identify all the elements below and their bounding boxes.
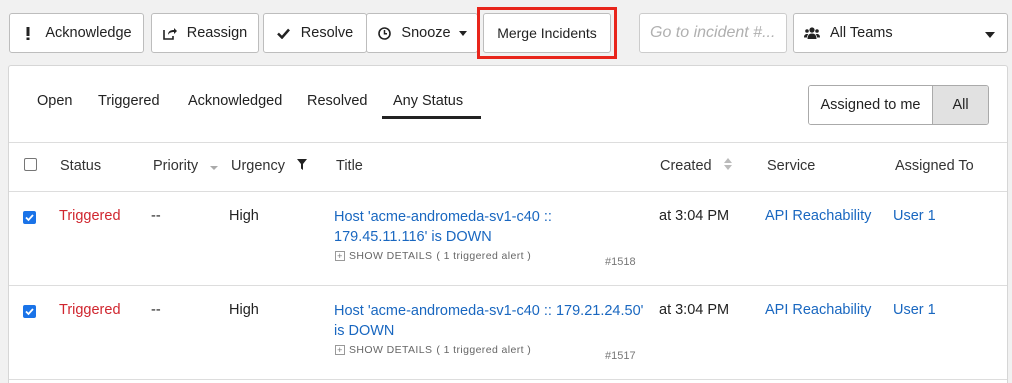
incident-number: #1517 [605,350,636,362]
header-divider [9,191,1007,192]
chevron-down-icon [458,30,467,36]
assignee-link[interactable]: User 1 [893,302,936,318]
show-details-link[interactable]: + SHOW DETAILS ( 1 triggered alert ) [335,250,531,262]
incident-number: #1518 [605,256,636,268]
urgency-text: High [229,302,259,318]
resolve-label: Resolve [300,25,354,41]
priority-text: -- [151,208,161,224]
teams-dropdown[interactable]: All Teams [793,13,1008,53]
alert-count: ( 1 triggered alert ) [436,250,532,262]
plus-icon: + [335,345,345,355]
status-text: Triggered [59,302,121,318]
acknowledge-label: Acknowledge [45,25,132,41]
incident-title-link[interactable]: Host 'acme-andromeda-sv1-c40 :: 179.45.1… [334,207,644,247]
plus-icon: + [335,251,345,261]
column-service[interactable]: Service [767,158,815,174]
all-button[interactable]: All [933,86,988,124]
incident-title-link[interactable]: Host 'acme-andromeda-sv1-c40 :: 179.21.2… [334,301,644,341]
show-details-label: SHOW DETAILS [349,344,433,356]
chevron-down-icon [985,32,995,38]
column-title[interactable]: Title [336,158,363,174]
urgency-text: High [229,208,259,224]
checkmark-icon [277,26,291,40]
go-to-incident-input[interactable] [639,13,787,53]
exclamation-icon [21,26,35,40]
column-created[interactable]: Created [660,158,732,174]
acknowledge-button[interactable]: Acknowledge [9,13,144,53]
tab-acknowledged[interactable]: Acknowledged [188,93,282,109]
tab-triggered[interactable]: Triggered [98,93,160,109]
show-details-link[interactable]: + SHOW DETAILS ( 1 triggered alert ) [335,344,531,356]
show-details-label: SHOW DETAILS [349,250,433,262]
resolve-button[interactable]: Resolve [263,13,367,53]
column-urgency[interactable]: Urgency [231,158,308,174]
column-status[interactable]: Status [60,158,101,174]
tab-open[interactable]: Open [37,93,72,109]
merge-incidents-button[interactable]: Merge Incidents [483,13,611,53]
sort-down-icon [210,158,219,174]
users-icon [804,27,820,39]
action-toolbar: Acknowledge Reassign Resolve Snooze Merg… [9,7,1012,59]
assigned-to-me-button[interactable]: Assigned to me [809,86,933,124]
priority-text: -- [151,302,161,318]
tab-resolved[interactable]: Resolved [307,93,367,109]
row-divider [9,379,1007,380]
incidents-panel: Open Triggered Acknowledged Resolved Any… [8,65,1008,383]
status-text: Triggered [59,208,121,224]
column-priority[interactable]: Priority [153,158,219,174]
assignment-filter: Assigned to me All [808,85,989,125]
created-text: at 3:04 PM [659,208,730,224]
alert-count: ( 1 triggered alert ) [436,344,532,356]
active-tab-indicator [382,116,481,119]
created-text: at 3:04 PM [659,302,730,318]
reassign-label: Reassign [186,25,248,41]
status-tabs: Open Triggered Acknowledged Resolved Any… [9,66,1007,143]
service-link[interactable]: API Reachability [765,208,871,224]
select-all-checkbox[interactable] [24,158,37,171]
row-divider [9,285,1007,286]
reassign-button[interactable]: Reassign [151,13,259,53]
merge-incidents-label: Merge Incidents [497,25,597,41]
row-checkbox[interactable] [23,305,36,318]
column-urgency-label: Urgency [231,158,285,174]
clock-icon [377,26,391,40]
assignee-link[interactable]: User 1 [893,208,936,224]
column-assigned-to[interactable]: Assigned To [895,158,974,174]
filter-icon[interactable] [297,158,308,174]
snooze-dropdown[interactable]: Snooze [366,13,478,53]
snooze-label: Snooze [401,25,451,41]
tab-any-status[interactable]: Any Status [393,93,463,109]
sort-icon [723,158,732,174]
column-priority-label: Priority [153,158,199,174]
row-checkbox[interactable] [23,211,36,224]
column-created-label: Created [660,158,712,174]
service-link[interactable]: API Reachability [765,302,871,318]
teams-label: All Teams [830,25,893,41]
share-icon [162,26,177,40]
